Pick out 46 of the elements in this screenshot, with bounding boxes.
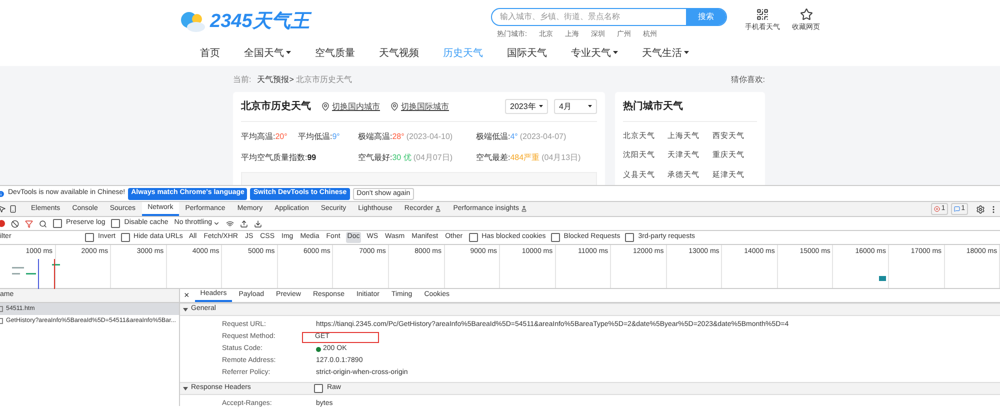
nav-item[interactable]: 天气视频 [379,46,419,60]
nav-item[interactable]: 国际天气 [507,46,547,60]
qr-code-icon [756,8,769,21]
caret-icon [539,105,543,108]
stat-text: 极端低温:4° (2023-04-07) [476,131,568,143]
stat-text: 极端高温:28° (2023-04-10) [358,131,454,143]
search-icon[interactable] [39,220,47,228]
star-icon [800,8,812,21]
record-icon[interactable] [0,220,5,227]
map-pin-icon [321,102,330,111]
stat-text: 平均低温:9° [298,131,341,143]
nav-item[interactable]: 天气生活 [642,46,689,60]
settings-icon[interactable] [976,204,985,214]
stat-text: 平均空气质量指数:99 [241,152,318,164]
recommend-label: 猜你喜欢: [730,74,765,86]
caret-icon [588,105,592,108]
year-select[interactable]: 2023年 [505,99,548,114]
breadcrumb-link[interactable]: 天气预报> [257,74,294,86]
nav-item[interactable]: 首页 [200,46,220,60]
hot-cities-title: 热门城市天气 [623,92,757,122]
filter-icon[interactable] [25,220,33,228]
logo-icon [180,11,206,34]
month-select[interactable]: 4月 [554,99,597,114]
expand-arrow-icon [183,386,188,391]
nav-item[interactable]: 空气质量 [315,46,355,60]
stat-text: 空气最差:484严重 (04月13日) [476,152,582,164]
breadcrumb-prefix: 当前: [233,74,252,86]
expand-arrow-icon [183,307,188,312]
request-bar-icon [879,276,886,281]
download-icon[interactable] [254,220,262,228]
breadcrumb-current: 北京市历史天气 [296,74,352,86]
clear-icon[interactable] [11,220,19,228]
inspect-icon[interactable] [0,205,6,213]
stat-text: 空气最好:30 优 (04月07日) [358,152,454,164]
chevron-down-icon [213,220,220,227]
stat-text: 平均高温:20° [241,131,288,143]
nav-item[interactable]: 全国天气 [244,46,291,60]
history-title: 北京市历史天气 [241,99,311,114]
switch-city-link[interactable]: 切换国际城市 [401,100,449,112]
map-pin-icon [390,102,399,111]
switch-city-link[interactable]: 切换国内城市 [332,100,380,112]
upload-icon[interactable] [240,220,248,228]
device-toolbar-icon[interactable] [9,205,17,213]
network-conditions-icon[interactable] [226,220,234,228]
nav-item[interactable]: 专业天气 [571,46,618,60]
close-button[interactable]: × [180,288,194,302]
